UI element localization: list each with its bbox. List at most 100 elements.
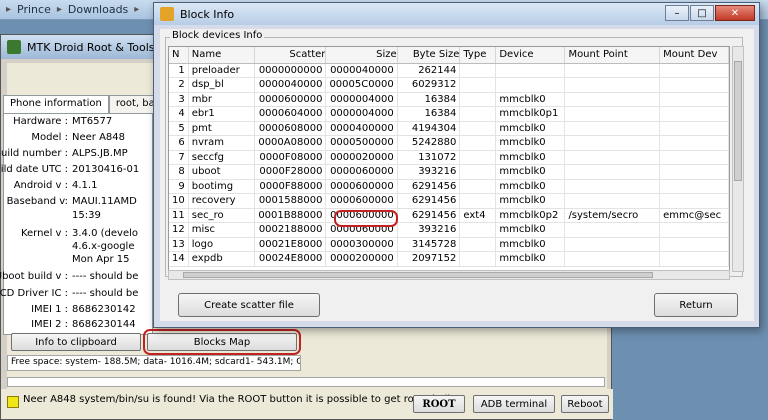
table-cell: 0000500000 [325,135,398,151]
column-header-type[interactable]: Type [459,47,497,64]
table-header-row: N Name Scatter Size Byte Size Type Devic… [169,47,729,64]
table-cell: 16384 [397,92,461,107]
info-value: Mon Apr 15 [72,254,130,265]
table-row[interactable]: 2 dsp_bl 0000040000 00005C0000 6029312 [169,77,729,93]
table-cell: mmcblk0 [495,121,566,136]
table-cell: mmcblk0 [495,92,566,107]
table-row[interactable]: 10 recovery 0001588000 0000600000 6291456 mmc… [169,193,729,209]
table-cell: 6 [169,135,189,151]
table-cell: 9 [169,179,189,194]
scrollbar-thumb[interactable] [734,61,742,181]
table-cell: uboot [188,164,256,180]
minimize-icon[interactable]: – [665,5,689,21]
column-header-size[interactable]: Size [325,47,398,64]
status-indicator-icon [7,396,19,408]
info-label: Kernel v : [20,228,68,239]
table-cell [459,179,497,194]
table-row[interactable]: 13 logo 00021E8000 0000300000 3145728 mmcblk0 [169,237,729,252]
column-header-scatter[interactable]: Scatter [254,47,327,64]
table-cell: 393216 [397,164,461,180]
table-cell: 0000600000 [254,92,327,107]
table-cell: mmcblk0 [495,164,566,180]
info-to-clipboard-button[interactable]: Info to clipboard [11,333,141,351]
table-row[interactable]: 3 mbr 0000600000 0000004000 16384 mmcblk0 [169,92,729,107]
table-cell: mmcblk0 [495,150,566,165]
table-cell [459,251,497,267]
horizontal-scrollbar[interactable] [168,270,730,280]
table-cell: 0000040000 [325,63,398,78]
table-cell [564,63,661,78]
table-row[interactable]: 8 uboot 0000F28000 0000060000 393216 mmcblk0 [169,164,729,180]
info-value: 4.6.x-google [72,241,135,252]
table-cell [459,164,497,180]
table-cell: 2097152 [397,251,461,267]
table-cell [564,135,661,151]
table-cell [459,150,497,165]
adb-terminal-button[interactable]: ADB terminal [473,395,555,413]
window-controls: – □ ✕ [665,5,755,21]
return-button[interactable]: Return [654,293,738,317]
maximize-icon[interactable]: □ [690,5,714,21]
table-cell [659,92,729,107]
table-cell: 13 [169,237,189,252]
tab-phone-information[interactable]: Phone information [3,95,109,113]
block-devices-group: Block devices Info N Name Scatter Size B… [165,30,744,280]
table-cell [659,150,729,165]
table-cell: 131072 [397,150,461,165]
table-cell [564,92,661,107]
table-cell: ext4 [459,208,497,223]
table-cell: 5 [169,121,189,136]
table-row[interactable]: 5 pmt 0000608000 0000400000 4194304 mmcblk0 [169,121,729,136]
table-row[interactable]: 4 ebr1 0000604000 0000004000 16384 mmcblk0p1 [169,106,729,122]
table-cell: 0000200000 [325,251,398,267]
table-cell: 4194304 [397,121,461,136]
table-cell: 5242880 [397,135,461,151]
close-icon[interactable]: ✕ [715,5,755,21]
info-value: MAUI.11AMD [72,196,137,207]
table-cell: recovery [188,193,256,209]
table-cell: 0000300000 [325,237,398,252]
breadcrumb-prince[interactable]: Prince [17,3,51,16]
table-row[interactable]: 1 preloader 0000000000 0000040000 262144 [169,63,729,78]
table-cell: 0000F28000 [254,164,327,180]
table-cell: 0000F08000 [254,150,327,165]
table-row[interactable]: 9 bootimg 0000F88000 0000600000 6291456 mmcbl… [169,179,729,194]
column-header-n[interactable]: N [169,47,189,64]
phone-info-panel: Hardware : MT6577 Model : Neer A848 Build … [0,113,153,335]
table-cell [564,193,661,209]
table-cell [659,63,729,78]
info-label: Uboot build v : [0,271,68,282]
table-row[interactable]: 12 misc 0002188000 0000060000 393216 mmcblk0 [169,222,729,238]
table-cell [459,193,497,209]
table-cell: bootimg [188,179,256,194]
table-cell: 0000604000 [254,106,327,122]
block-devices-table[interactable]: N Name Scatter Size Byte Size Type Devic… [168,46,730,272]
dialog-title: Block Info [180,7,235,21]
root-button[interactable]: ROOT [413,395,465,413]
table-cell: dsp_bl [188,77,256,93]
table-row[interactable]: 7 seccfg 0000F08000 0000020000 131072 mmcblk0 [169,150,729,165]
column-header-byte-size[interactable]: Byte Size [397,47,461,64]
table-row[interactable]: 11 sec_ro 0001B88000 0000600000 6291456 ext4 m… [169,208,729,223]
table-cell: 00021E8000 [254,237,327,252]
table-row[interactable]: 6 nvram 0000A08000 0000500000 5242880 mmcblk0 [169,135,729,151]
column-header-name[interactable]: Name [188,47,256,64]
dialog-app-icon [160,7,174,21]
table-cell [459,63,497,78]
table-cell [659,164,729,180]
breadcrumb-separator: ▸ [6,4,12,15]
reboot-button[interactable]: Reboot [561,395,609,413]
status-bar: Neer A848 system/bin/su is found! Via th… [1,389,613,419]
column-header-mount-dev[interactable]: Mount Dev [659,47,729,64]
table-cell [659,135,729,151]
table-cell: 7 [169,150,189,165]
create-scatter-file-button[interactable]: Create scatter file [178,293,320,317]
breadcrumb-separator: ▸ [134,4,140,15]
info-value: 8686230144 [72,319,136,330]
breadcrumb-downloads[interactable]: Downloads [68,3,128,16]
vertical-scrollbar[interactable] [732,46,744,272]
table-row[interactable]: 14 expdb 00024E8000 0000200000 2097152 mmcblk… [169,251,729,267]
column-header-device[interactable]: Device [495,47,566,64]
scrollbar-thumb[interactable] [183,272,653,278]
column-header-mount-point[interactable]: Mount Point [564,47,661,64]
